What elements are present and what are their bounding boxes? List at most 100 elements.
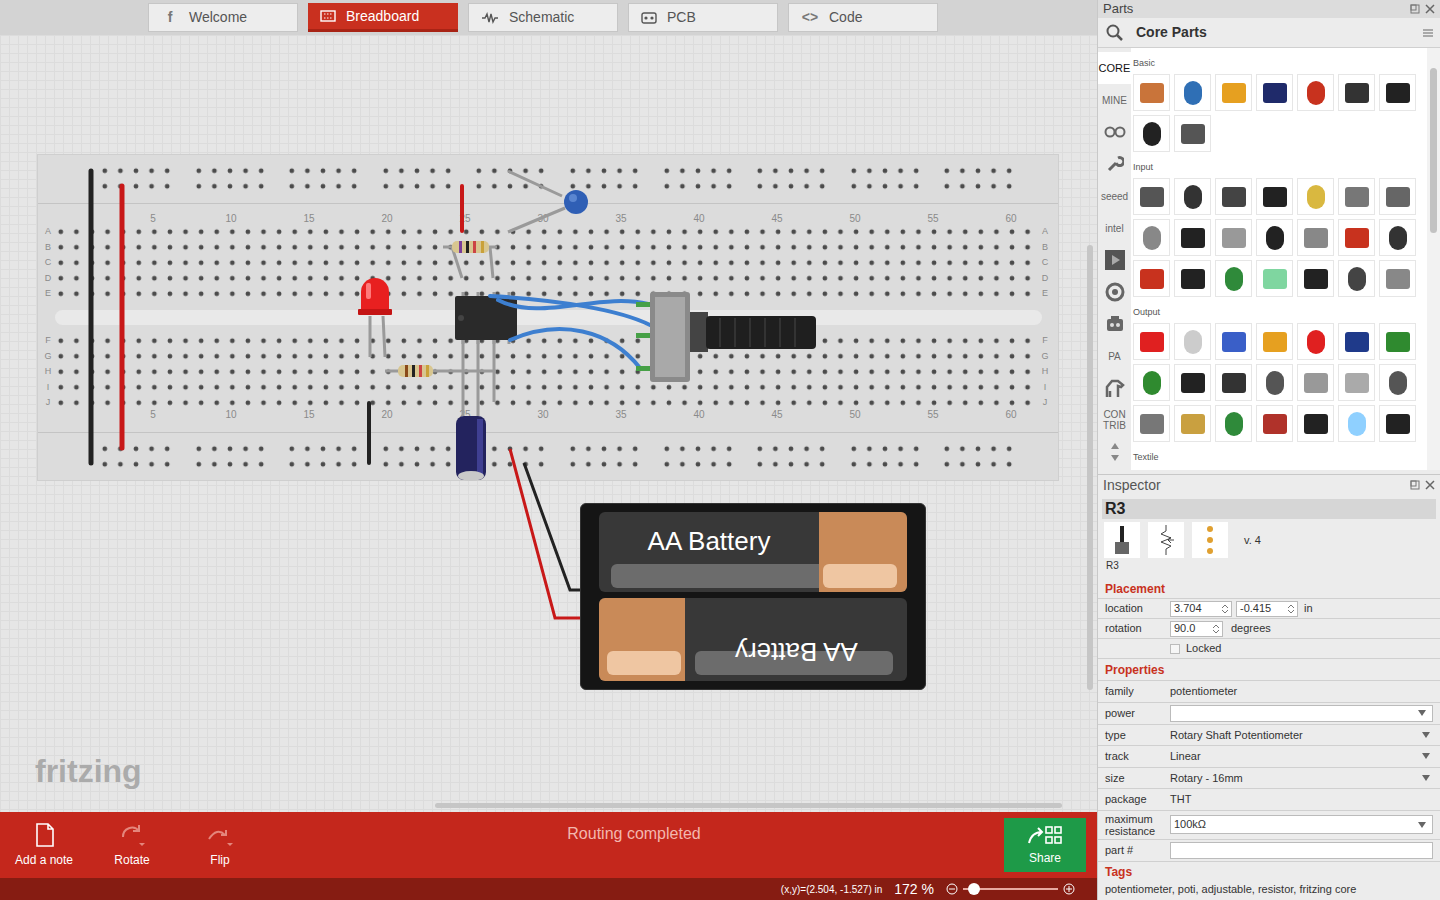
- part-icon[interactable]: [1256, 74, 1293, 111]
- property-combo[interactable]: 100kΩ: [1170, 815, 1433, 834]
- view-tab[interactable]: PCB: [628, 3, 778, 32]
- y-spinbox[interactable]: -0.415: [1236, 601, 1298, 617]
- dropdown-arrow-icon[interactable]: [1418, 822, 1426, 828]
- part-icon[interactable]: [1133, 364, 1170, 401]
- resistor[interactable]: [385, 365, 438, 377]
- spin-arrows-icon[interactable]: [1287, 603, 1295, 615]
- part-icon[interactable]: [1379, 260, 1416, 297]
- part-icon[interactable]: [1338, 405, 1375, 442]
- part-icon[interactable]: [1215, 260, 1252, 297]
- bin-tab[interactable]: PA: [1098, 340, 1131, 372]
- power-rail-holes[interactable]: [378, 441, 456, 472]
- bin-tab[interactable]: CORE: [1098, 52, 1131, 84]
- close-icon[interactable]: [1425, 4, 1435, 14]
- bin-tab[interactable]: intel: [1098, 212, 1131, 244]
- power-rail-holes[interactable]: [659, 441, 737, 472]
- bin-tab[interactable]: seeed: [1098, 180, 1131, 212]
- bin-tab[interactable]: [1098, 244, 1131, 276]
- part-icon[interactable]: [1215, 219, 1252, 256]
- power-rail-holes[interactable]: [939, 441, 1017, 472]
- toolbar-button[interactable]: Add a note: [0, 812, 88, 878]
- view-tab[interactable]: Schematic: [468, 3, 618, 32]
- part-icon[interactable]: [1174, 115, 1211, 152]
- part-icon[interactable]: [1256, 219, 1293, 256]
- jumper-leg[interactable]: [438, 340, 496, 416]
- power-rail-holes[interactable]: [97, 441, 175, 472]
- part-icon[interactable]: [1256, 405, 1293, 442]
- timer-ic[interactable]: [455, 292, 517, 344]
- toolbar-button[interactable]: Rotate: [88, 812, 176, 878]
- bin-tab[interactable]: [1098, 148, 1131, 180]
- part-icon[interactable]: [1379, 364, 1416, 401]
- bin-tab[interactable]: [1098, 276, 1131, 308]
- part-icon[interactable]: [1379, 74, 1416, 111]
- part-icon[interactable]: [1338, 74, 1375, 111]
- toolbar-button[interactable]: Flip: [176, 812, 264, 878]
- property-input[interactable]: [1170, 842, 1433, 859]
- property-select[interactable]: Rotary - 16mm: [1170, 770, 1433, 787]
- potentiometer[interactable]: [636, 292, 816, 382]
- vertical-scrollbar[interactable]: [1087, 245, 1093, 690]
- part-icon[interactable]: [1174, 364, 1211, 401]
- zoom-in-icon[interactable]: [1063, 883, 1075, 895]
- part-icon[interactable]: [1379, 323, 1416, 360]
- part-icon[interactable]: [1133, 260, 1170, 297]
- part-icon[interactable]: [1256, 323, 1293, 360]
- wire[interactable]: [91, 171, 462, 463]
- spin-arrows-icon[interactable]: [1212, 623, 1220, 635]
- part-icon[interactable]: [1256, 260, 1293, 297]
- resistor[interactable]: [443, 241, 497, 278]
- close-icon[interactable]: [1425, 480, 1435, 490]
- part-icon[interactable]: [1215, 323, 1252, 360]
- part-icon[interactable]: [1379, 219, 1416, 256]
- battery-pack[interactable]: AA Battery AA Battery: [580, 503, 926, 690]
- hole-grid[interactable]: [53, 333, 1036, 411]
- electrolytic-capacitor[interactable]: [456, 416, 486, 481]
- zoom-thumb[interactable]: [968, 883, 980, 895]
- part-icon[interactable]: [1174, 260, 1211, 297]
- parts-scrollbar[interactable]: [1427, 48, 1440, 470]
- ceramic-capacitor[interactable]: [508, 171, 588, 232]
- part-icon[interactable]: [1379, 405, 1416, 442]
- breadboard[interactable]: 5510101515202025253030353540404545505055…: [38, 155, 1058, 480]
- power-rail-holes[interactable]: [565, 441, 643, 472]
- part-icon[interactable]: [1256, 178, 1293, 215]
- rotation-spinbox[interactable]: 90.0: [1170, 621, 1223, 637]
- power-rail-holes[interactable]: [191, 163, 269, 194]
- scroll-thumb[interactable]: [1430, 68, 1437, 233]
- part-icon[interactable]: [1174, 219, 1211, 256]
- view-tab[interactable]: <>Code: [788, 3, 938, 32]
- part-icon[interactable]: [1379, 178, 1416, 215]
- part-icon[interactable]: [1297, 323, 1334, 360]
- horizontal-scrollbar[interactable]: [435, 803, 1062, 808]
- search-button[interactable]: [1098, 24, 1131, 42]
- led[interactable]: [358, 278, 392, 357]
- part-icon[interactable]: [1133, 219, 1170, 256]
- power-rail-holes[interactable]: [659, 163, 737, 194]
- property-select[interactable]: Linear: [1170, 748, 1433, 765]
- property-combo[interactable]: [1170, 705, 1433, 722]
- part-icon[interactable]: [1174, 405, 1211, 442]
- part-icon[interactable]: [1338, 219, 1375, 256]
- part-icon[interactable]: [1297, 178, 1334, 215]
- part-icon[interactable]: [1338, 178, 1375, 215]
- power-rail-holes[interactable]: [97, 163, 175, 194]
- part-icon[interactable]: [1133, 323, 1170, 360]
- bin-tab[interactable]: [1098, 116, 1131, 148]
- part-icon[interactable]: [1338, 323, 1375, 360]
- part-icon[interactable]: [1256, 364, 1293, 401]
- part-icon[interactable]: [1297, 364, 1334, 401]
- breadboard-canvas[interactable]: 5510101515202025253030353540404545505055…: [0, 35, 1097, 812]
- float-icon[interactable]: [1410, 480, 1420, 490]
- bin-tab[interactable]: [1098, 308, 1131, 340]
- locked-checkbox[interactable]: [1170, 644, 1180, 654]
- spin-arrows-icon[interactable]: [1221, 603, 1229, 615]
- view-tab[interactable]: fWelcome: [148, 3, 298, 32]
- part-icon[interactable]: [1133, 74, 1170, 111]
- share-button[interactable]: Share: [1004, 818, 1086, 872]
- part-icon[interactable]: [1133, 178, 1170, 215]
- scroll-up-icon[interactable]: [1110, 442, 1120, 450]
- part-icon[interactable]: [1297, 219, 1334, 256]
- power-rail-holes[interactable]: [846, 163, 924, 194]
- wire[interactable]: [490, 296, 650, 368]
